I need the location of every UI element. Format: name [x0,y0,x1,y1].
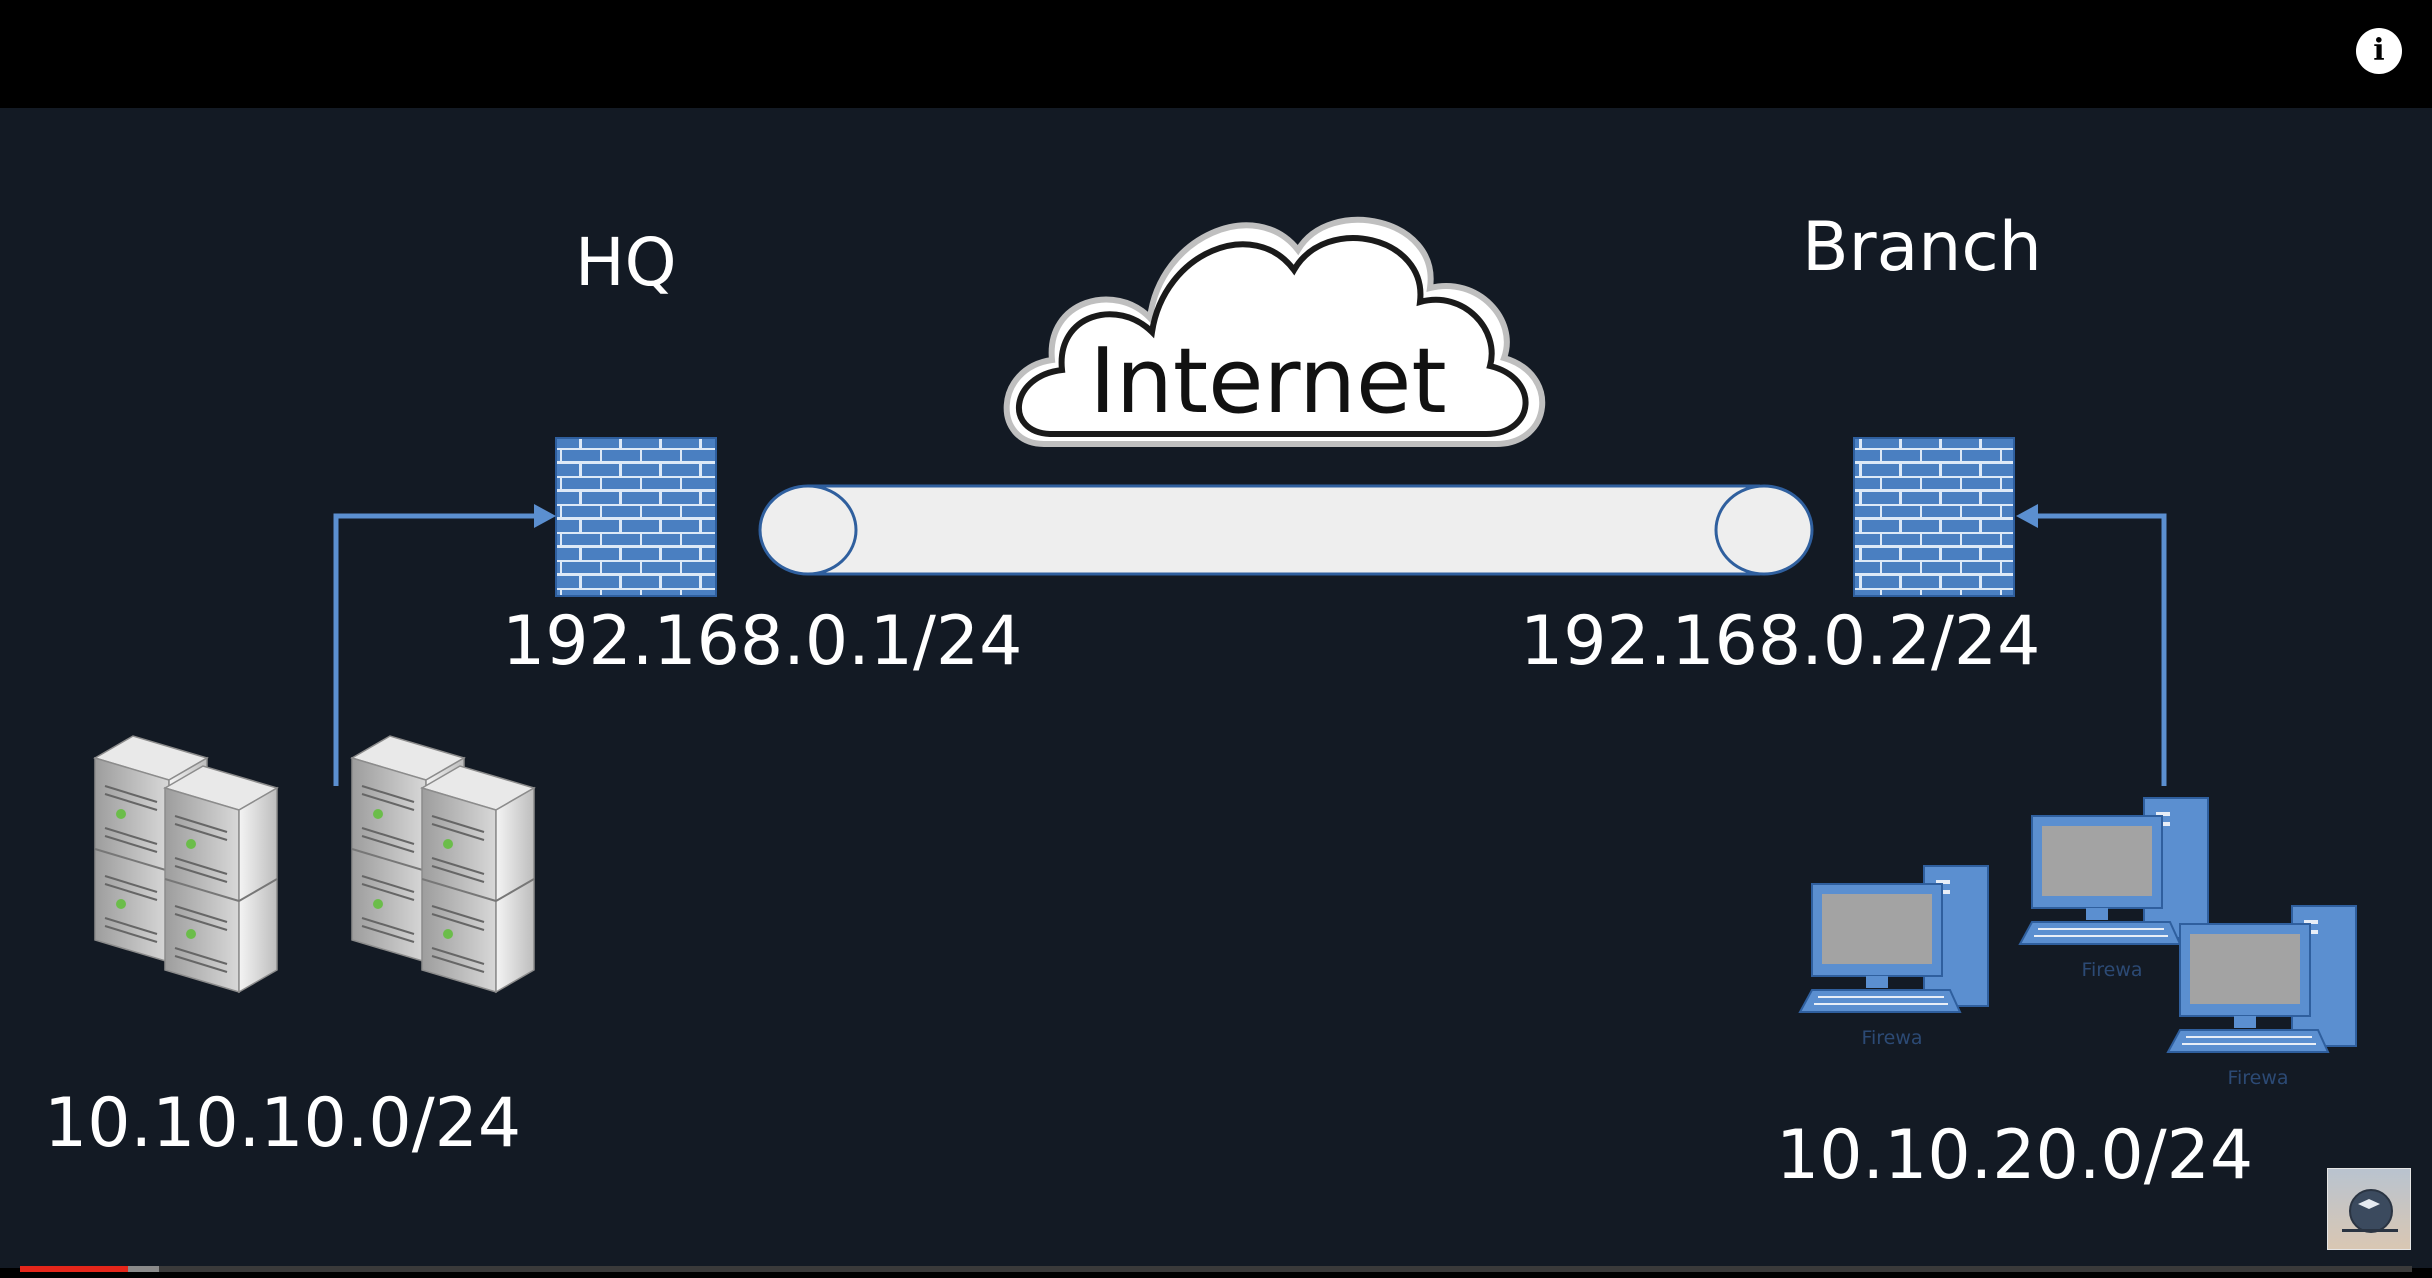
graduation-cap-icon [2349,1189,2393,1233]
internet-label: Internet [1089,329,1446,434]
info-icon[interactable]: i [2356,28,2402,74]
progress-played [20,1266,128,1272]
branch-arrow-head [2016,504,2038,528]
branch-label: Branch [1802,208,2042,287]
pc-caption: Firewa [2227,1067,2288,1089]
branch-pc-icon [2167,905,2357,1053]
hq-firewall-icon [555,437,717,597]
hq-subnet-label: 10.10.10.0/24 [44,1084,521,1163]
vpn-tunnel [758,484,1814,576]
hq-server-cluster-icon [94,735,535,993]
hq-firewall-ip: 192.168.0.1/24 [502,602,1022,681]
branch-subnet-label: 10.10.20.0/24 [1776,1116,2253,1195]
hq-label: HQ [575,224,677,301]
hq-arrow-head [534,504,556,528]
branch-firewall-icon [1853,437,2015,597]
pc-caption: Firewa [2081,959,2142,981]
branch-arrow-icon [2032,513,2167,786]
internet-cloud: Internet [1003,216,1545,447]
branch-pc-icon [2019,797,2209,945]
channel-watermark-logo[interactable] [2327,1168,2411,1250]
branch-firewall-ip: 192.168.0.2/24 [1520,602,2040,681]
branch-pc-icon [1799,865,1989,1013]
network-diagram: Internet HQ Branch 192.168.0.1/24 192.16… [44,208,2357,1195]
pc-caption: Firewa [1861,1027,1922,1049]
video-progress-bar[interactable] [20,1266,2412,1272]
